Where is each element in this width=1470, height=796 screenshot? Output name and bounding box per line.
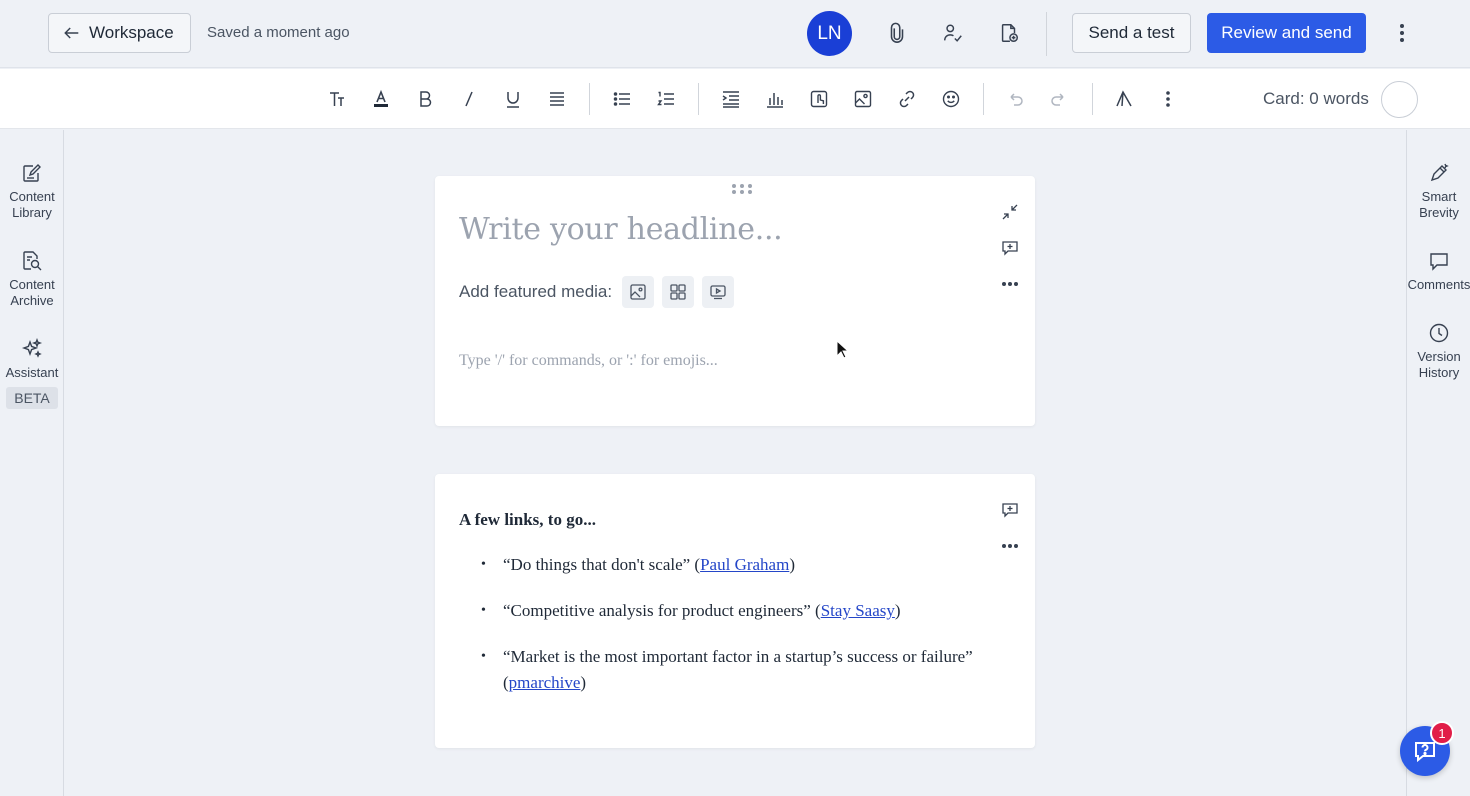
notification-badge: 1 xyxy=(1430,721,1454,745)
links-card: A few links, to go... “Do things that do… xyxy=(435,474,1035,748)
body-input[interactable]: Type '/' for commands, or ':' for emojis… xyxy=(459,352,718,370)
list-item: “Competitive analysis for product engine… xyxy=(459,598,999,624)
divider xyxy=(983,83,984,115)
assign-user-icon[interactable] xyxy=(940,20,966,46)
touch-icon[interactable] xyxy=(807,87,831,111)
numbered-list-icon[interactable] xyxy=(654,87,678,111)
divider xyxy=(589,83,590,115)
video-icon xyxy=(710,285,726,300)
add-comment-icon[interactable] xyxy=(1000,500,1020,520)
headline-input[interactable]: Write your headline... xyxy=(459,212,783,247)
save-status: Saved a moment ago xyxy=(207,24,350,41)
sidebar-label: Library xyxy=(12,205,52,220)
divider xyxy=(1092,83,1093,115)
sidebar-item-comments[interactable]: Comments xyxy=(1407,250,1470,293)
align-icon[interactable] xyxy=(545,87,569,111)
add-video-button[interactable] xyxy=(702,276,735,308)
section-title: A few links, to go... xyxy=(459,510,596,529)
add-comment-icon[interactable] xyxy=(1000,238,1020,258)
right-sidebar: Smart Brevity Comments Version History xyxy=(1406,130,1470,796)
chart-icon[interactable] xyxy=(763,87,787,111)
sidebar-item-assistant[interactable]: Assistant BETA xyxy=(0,338,64,409)
bullet-list-icon[interactable] xyxy=(610,87,634,111)
sidebar-item-content-library[interactable]: Content Library xyxy=(0,162,64,221)
card-more-icon[interactable] xyxy=(1000,536,1020,556)
review-and-send-button[interactable]: Review and send xyxy=(1207,13,1366,53)
word-count-progress xyxy=(1381,81,1418,118)
back-to-workspace-button[interactable]: Workspace xyxy=(48,13,191,53)
sidebar-label: Archive xyxy=(10,293,54,308)
redo-icon[interactable] xyxy=(1047,87,1071,111)
sidebar-label: Version xyxy=(1417,349,1461,364)
back-label: Workspace xyxy=(89,23,174,42)
drag-handle-icon[interactable] xyxy=(732,184,752,194)
text-style-icon[interactable] xyxy=(325,87,349,111)
sidebar-label: Content xyxy=(9,189,55,204)
source-link[interactable]: pmarchive xyxy=(509,673,581,692)
list-item-text: ) xyxy=(894,601,901,620)
card-more-icon[interactable] xyxy=(1000,274,1020,294)
formatting-toolbar: Card: 0 words xyxy=(0,69,1470,129)
sidebar-label: Assistant xyxy=(5,365,59,380)
list-item-text: “Competitive analysis for product engine… xyxy=(503,601,821,620)
list-item-text: “Do things that don't scale” ( xyxy=(503,555,701,574)
search-doc-icon xyxy=(23,251,42,271)
italic-icon[interactable] xyxy=(457,87,481,111)
clock-icon xyxy=(1429,323,1449,343)
featured-media-row: Add featured media: xyxy=(459,276,735,308)
beta-badge: BETA xyxy=(6,387,58,409)
sidebar-item-smart-brevity[interactable]: Smart Brevity xyxy=(1407,162,1470,221)
add-gallery-button[interactable] xyxy=(662,276,695,308)
emoji-icon[interactable] xyxy=(939,87,963,111)
add-image-button[interactable] xyxy=(622,276,655,308)
word-count: Card: 0 words xyxy=(1263,89,1369,108)
sidebar-label: Content xyxy=(9,277,55,292)
more-icon[interactable] xyxy=(1156,87,1180,111)
edit-icon xyxy=(23,164,41,182)
sidebar-label: Smart xyxy=(1421,189,1457,204)
sparkles-icon xyxy=(21,338,43,358)
collapse-icon[interactable] xyxy=(1000,202,1020,222)
pen-icon xyxy=(1430,163,1449,182)
image-icon xyxy=(630,284,646,300)
list-item: “Do things that don't scale” (Paul Graha… xyxy=(459,552,999,578)
source-link[interactable]: Stay Saasy xyxy=(821,601,895,620)
comment-icon xyxy=(1430,253,1448,271)
add-document-icon[interactable] xyxy=(996,20,1022,46)
headline-card: Write your headline... Add featured medi… xyxy=(435,176,1035,426)
avatar[interactable]: LN xyxy=(807,11,852,56)
arrow-left-icon xyxy=(64,27,79,39)
links-list: “Do things that don't scale” (Paul Graha… xyxy=(459,552,999,716)
list-item-text: ) xyxy=(580,673,587,692)
list-item-text: ) xyxy=(789,555,795,574)
sidebar-item-content-archive[interactable]: Content Archive xyxy=(0,250,64,309)
more-options-icon[interactable] xyxy=(1392,20,1412,46)
sidebar-label: Brevity xyxy=(1419,205,1459,220)
axios-logo-icon[interactable] xyxy=(1112,87,1136,111)
featured-media-label: Add featured media: xyxy=(459,282,613,301)
grid-icon xyxy=(670,284,686,300)
divider xyxy=(1046,12,1047,56)
indent-icon[interactable] xyxy=(719,87,743,111)
sidebar-label: History xyxy=(1418,365,1460,380)
send-test-button[interactable]: Send a test xyxy=(1072,13,1191,53)
undo-icon[interactable] xyxy=(1003,87,1027,111)
mouse-cursor-icon xyxy=(836,340,850,359)
top-bar: Workspace Saved a moment ago LN Send a t… xyxy=(0,0,1470,68)
underline-icon[interactable] xyxy=(501,87,525,111)
sidebar-item-version-history[interactable]: Version History xyxy=(1407,322,1470,381)
left-sidebar: Content Library Content Archive Assistan… xyxy=(0,130,64,796)
source-link[interactable]: Paul Graham xyxy=(700,555,789,574)
list-item: “Market is the most important factor in … xyxy=(459,644,999,696)
link-icon[interactable] xyxy=(895,87,919,111)
sidebar-label: Comments xyxy=(1407,277,1470,292)
attachment-icon[interactable] xyxy=(884,20,910,46)
divider xyxy=(698,83,699,115)
image-icon[interactable] xyxy=(851,87,875,111)
highlight-icon[interactable] xyxy=(369,87,393,111)
bold-icon[interactable] xyxy=(413,87,437,111)
